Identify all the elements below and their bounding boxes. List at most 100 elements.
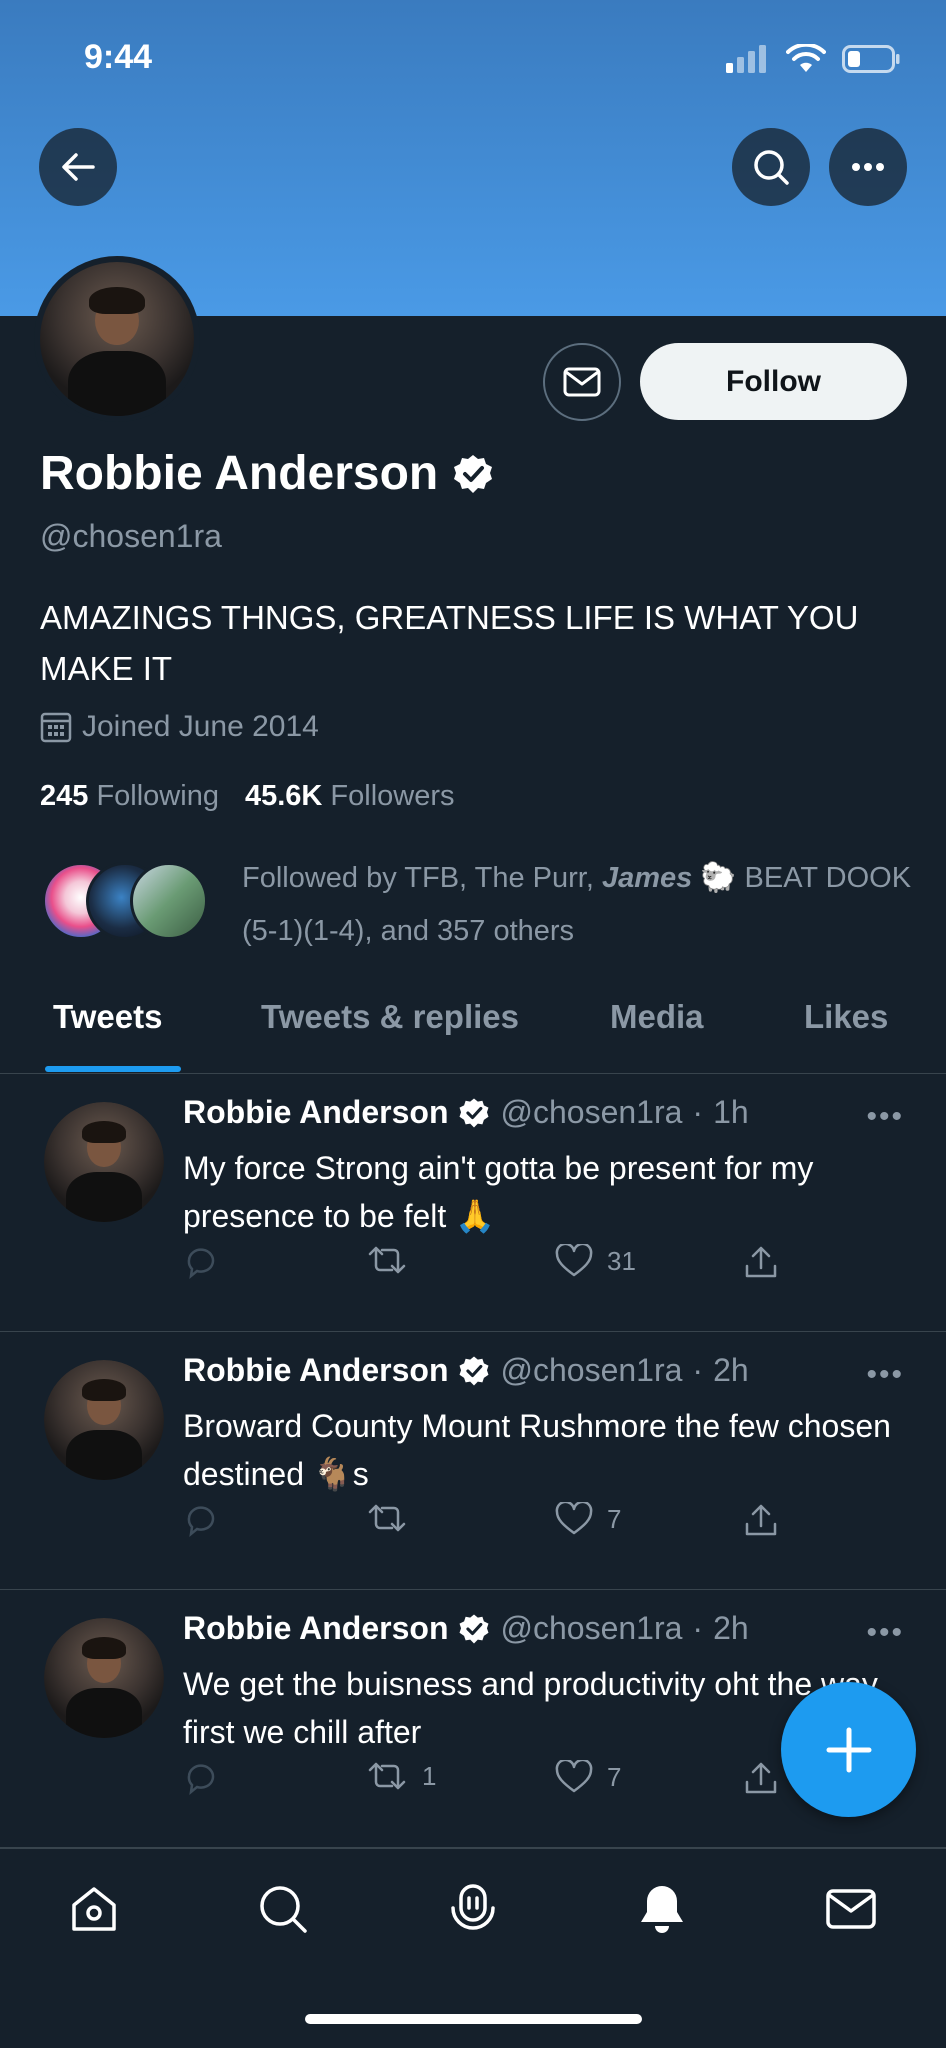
- follow-button[interactable]: Follow: [640, 343, 907, 420]
- more-dots-icon: [852, 163, 884, 171]
- profile-name: Robbie Anderson: [40, 447, 439, 500]
- tweet-header: Robbie Anderson @chosen1ra · 1h: [183, 1094, 749, 1131]
- following-count: 245: [40, 780, 89, 812]
- tweet-more-icon[interactable]: •••: [866, 1616, 904, 1650]
- nav-spaces[interactable]: [443, 1879, 503, 1939]
- signal-icon: [726, 45, 766, 73]
- more-options-button[interactable]: [829, 128, 907, 206]
- tweet[interactable]: Robbie Anderson @chosen1ra · 2h ••• Brow…: [0, 1332, 946, 1590]
- nav-notifications[interactable]: [632, 1879, 692, 1939]
- tweet-avatar[interactable]: [44, 1618, 164, 1738]
- nav-search[interactable]: [253, 1879, 313, 1939]
- tweet-avatar[interactable]: [44, 1360, 164, 1480]
- nav-messages[interactable]: [821, 1879, 881, 1939]
- like-button[interactable]: 7: [555, 1502, 621, 1536]
- tweet-header: Robbie Anderson @chosen1ra · 2h: [183, 1610, 749, 1647]
- retweet-button[interactable]: [366, 1502, 422, 1534]
- retweet-button[interactable]: [366, 1244, 422, 1276]
- following-link[interactable]: 245 Following: [40, 780, 219, 813]
- battery-icon: [842, 45, 900, 73]
- tweet-header: Robbie Anderson @chosen1ra · 2h: [183, 1352, 749, 1389]
- tweet-handle: @chosen1ra: [500, 1094, 683, 1130]
- followers-link[interactable]: 45.6K Followers: [245, 780, 455, 813]
- reply-icon: [187, 1764, 215, 1796]
- verified-badge-icon: [460, 1614, 489, 1643]
- heart-icon: [555, 1760, 593, 1793]
- share-button[interactable]: [743, 1244, 779, 1280]
- retweet-button[interactable]: 1: [366, 1760, 436, 1792]
- profile-bio: AMAZINGS THNGS, GREATNESS LIFE IS WHAT Y…: [40, 599, 859, 687]
- home-icon: [72, 1887, 116, 1931]
- profile-tabs: Tweets Tweets & replies Media Likes: [0, 984, 946, 1074]
- tweet-separator: ·: [692, 1352, 704, 1388]
- followed-by-avatars[interactable]: [42, 862, 222, 944]
- followed-by-text[interactable]: Followed by TFB, The Purr, James 🐑 BEAT …: [242, 852, 922, 958]
- tweet-actions: 1 7: [183, 1760, 803, 1810]
- tab-tweets-replies[interactable]: Tweets & replies: [261, 998, 519, 1036]
- tweet-author-name[interactable]: Robbie Anderson: [183, 1610, 448, 1647]
- tweet-text: My force Strong ain't gotta be present f…: [183, 1150, 814, 1234]
- reply-button[interactable]: [183, 1760, 219, 1796]
- heart-icon: [555, 1244, 593, 1277]
- retweet-icon: [368, 1762, 406, 1790]
- back-button[interactable]: [39, 128, 117, 206]
- tweet-author-name[interactable]: Robbie Anderson: [183, 1094, 448, 1131]
- retweet-count: 1: [422, 1760, 437, 1791]
- tweet-handle: @chosen1ra: [500, 1352, 683, 1388]
- retweet-icon: [368, 1504, 406, 1532]
- profile-avatar[interactable]: [34, 256, 200, 422]
- wifi-icon: [786, 44, 826, 72]
- tweet-handle: @chosen1ra: [500, 1610, 683, 1646]
- like-button[interactable]: 7: [555, 1760, 621, 1794]
- plus-icon: [826, 1727, 871, 1772]
- share-icon: [745, 1246, 777, 1278]
- like-button[interactable]: 31: [555, 1244, 636, 1278]
- like-count: 31: [607, 1245, 636, 1276]
- tab-media[interactable]: Media: [610, 998, 704, 1036]
- followers-count: 45.6K: [244, 780, 323, 812]
- reply-icon: [187, 1506, 215, 1538]
- tab-tweets[interactable]: Tweets: [53, 998, 162, 1036]
- verified-badge-icon: [454, 454, 493, 493]
- share-button[interactable]: [743, 1502, 779, 1538]
- joined-text: Joined June 2014: [82, 710, 319, 743]
- reply-icon: [187, 1248, 215, 1280]
- search-button[interactable]: [732, 128, 810, 206]
- tab-likes[interactable]: Likes: [804, 998, 888, 1036]
- mail-icon: [826, 1889, 876, 1929]
- share-button[interactable]: [743, 1760, 779, 1796]
- tweet-separator: ·: [692, 1094, 704, 1130]
- joined-date: Joined June 2014: [40, 710, 319, 744]
- profile-name-row: Robbie Anderson: [40, 446, 494, 501]
- tweet-more-icon[interactable]: •••: [866, 1358, 904, 1392]
- tweet-author-name[interactable]: Robbie Anderson: [183, 1352, 448, 1389]
- tweet[interactable]: Robbie Anderson @chosen1ra · 1h ••• My f…: [0, 1074, 946, 1332]
- follower-avatar: [130, 862, 208, 940]
- verified-badge-icon: [460, 1356, 489, 1385]
- compose-tweet-button[interactable]: [781, 1682, 916, 1817]
- spaces-icon: [451, 1884, 495, 1930]
- nav-home[interactable]: [64, 1879, 124, 1939]
- avatar-image: [40, 262, 194, 416]
- retweet-icon: [368, 1246, 406, 1274]
- follow-counts: 245 Following 45.6K Followers: [40, 780, 455, 813]
- tweet-actions: 7: [183, 1502, 803, 1552]
- tweet-more-icon[interactable]: •••: [866, 1100, 904, 1134]
- heart-icon: [555, 1502, 593, 1535]
- tweet-avatar[interactable]: [44, 1102, 164, 1222]
- tweet-text: Broward County Mount Rushmore the few ch…: [183, 1408, 891, 1492]
- mail-icon: [563, 367, 601, 397]
- following-label: Following: [96, 780, 219, 812]
- search-icon: [260, 1886, 307, 1933]
- tweet-time: 2h: [713, 1352, 749, 1388]
- message-button[interactable]: [543, 343, 621, 421]
- share-icon: [745, 1504, 777, 1536]
- calendar-icon: [40, 712, 72, 743]
- followed-by-emoji: 🐑: [700, 862, 737, 894]
- reply-button[interactable]: [183, 1502, 219, 1538]
- reply-button[interactable]: [183, 1244, 219, 1280]
- tweet-time: 1h: [713, 1094, 749, 1130]
- back-arrow-icon: [62, 153, 95, 181]
- status-icons: [726, 44, 900, 74]
- bell-icon: [641, 1886, 683, 1933]
